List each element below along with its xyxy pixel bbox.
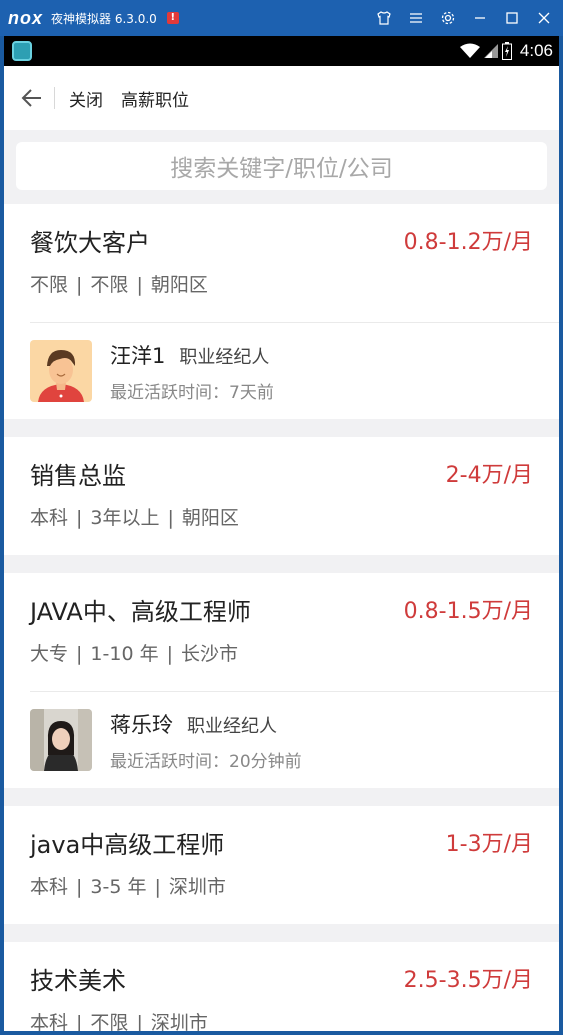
agent-avatar [30,340,92,402]
job-location: 朝阳区 [150,274,208,296]
agent-last-active: 最近活跃时间：7天前 [110,382,274,403]
meta-separator: | [76,643,83,665]
job-requirements: 本科 | 3-5 年 | 深圳市 [30,872,533,902]
app-header: 关闭 高薪职位 [4,66,559,130]
agent-row[interactable]: 汪洋1 职业经纪人 最近活跃时间：7天前 [4,323,559,419]
job-location: 长沙市 [181,643,239,665]
job-education: 本科 [30,1012,69,1031]
job-card[interactable]: 销售总监 2-4万/月 本科 | 3年以上 | 朝阳区 [4,437,559,555]
job-summary[interactable]: 销售总监 2-4万/月 本科 | 3年以上 | 朝阳区 [4,437,559,555]
job-experience: 3年以上 [90,507,160,529]
search-input[interactable]: 搜索关键字/职位/公司 [16,142,547,190]
job-salary: 2.5-3.5万/月 [403,968,533,993]
signal-icon [483,44,498,58]
gear-icon[interactable] [437,7,459,29]
job-education: 不限 [30,274,69,296]
job-education: 本科 [30,507,69,529]
meta-separator: | [76,274,83,296]
close-icon[interactable] [533,7,555,29]
job-experience: 不限 [90,1012,129,1031]
agent-name: 汪洋1 [110,343,166,368]
agent-name: 蒋乐玲 [110,712,173,737]
back-button[interactable] [10,66,54,130]
job-requirements: 不限 | 不限 | 朝阳区 [30,270,533,300]
job-card[interactable]: 技术美术 2.5-3.5万/月 本科 | 不限 | 深圳市 [4,942,559,1031]
page-title: 高薪职位 [121,90,189,111]
meta-separator: | [136,274,143,296]
meta-separator: | [167,507,174,529]
agent-role: 职业经纪人 [187,715,277,737]
clock: 4:06 [519,41,553,60]
meta-separator: | [76,1012,83,1031]
status-bar: 4:06 [4,36,559,66]
meta-separator: | [76,876,83,898]
agent-name-row: 蒋乐玲 职业经纪人 [110,709,302,739]
job-summary[interactable]: java中高级工程师 1-3万/月 本科 | 3-5 年 | 深圳市 [4,806,559,924]
agent-name-row: 汪洋1 职业经纪人 [110,340,274,370]
wifi-icon [459,43,480,58]
job-experience: 1-10 年 [90,643,159,665]
job-experience: 不限 [90,274,129,296]
search-area: 搜索关键字/职位/公司 [4,130,559,204]
job-salary: 0.8-1.2万/月 [403,230,533,255]
job-requirements: 本科 | 3年以上 | 朝阳区 [30,503,533,533]
status-icons: 4:06 [459,36,553,66]
maximize-icon[interactable] [501,7,523,29]
job-summary[interactable]: 技术美术 2.5-3.5万/月 本科 | 不限 | 深圳市 [4,942,559,1031]
close-button[interactable]: 关闭 [69,86,103,111]
job-experience: 3-5 年 [90,876,147,898]
job-summary[interactable]: JAVA中、高级工程师 0.8-1.5万/月 大专 | 1-10 年 | 长沙市 [4,573,559,691]
agent-info: 汪洋1 职业经纪人 最近活跃时间：7天前 [110,340,274,403]
job-card[interactable]: java中高级工程师 1-3万/月 本科 | 3-5 年 | 深圳市 [4,806,559,924]
job-location: 深圳市 [168,876,226,898]
job-salary: 0.8-1.5万/月 [403,599,533,624]
alert-icon[interactable]: ! [166,12,179,24]
emulator-title: 夜神模拟器 6.3.0.0 [51,11,157,26]
meta-separator: | [136,1012,143,1031]
agent-role: 职业经纪人 [179,346,270,368]
job-summary[interactable]: 餐饮大客户 0.8-1.2万/月 不限 | 不限 | 朝阳区 [4,204,559,322]
battery-icon [501,42,512,60]
header-divider [54,87,55,109]
meta-separator: | [166,643,173,665]
job-salary: 1-3万/月 [445,832,533,857]
menu-icon[interactable] [405,7,427,29]
job-card[interactable]: 餐饮大客户 0.8-1.2万/月 不限 | 不限 | 朝阳区 汪洋1 职业经纪人 最近活跃… [4,204,559,419]
agent-info: 蒋乐玲 职业经纪人 最近活跃时间：20分钟前 [110,709,302,772]
minimize-icon[interactable] [469,7,491,29]
arrow-left-icon [21,89,41,107]
agent-avatar [30,709,92,771]
job-education: 本科 [30,876,69,898]
meta-separator: | [154,876,161,898]
emulator-logo: nox [8,7,44,28]
emulator-toolbar [373,0,555,36]
job-requirements: 大专 | 1-10 年 | 长沙市 [30,639,533,669]
agent-row[interactable]: 蒋乐玲 职业经纪人 最近活跃时间：20分钟前 [4,692,559,788]
phone-screen: 4:06 关闭 高薪职位 搜索关键字/职位/公司 餐饮大客户 0.8-1.2万/… [4,36,559,1031]
job-location: 朝阳区 [181,507,239,529]
meta-separator: | [76,507,83,529]
app-notification-icon [12,41,32,61]
shirt-icon[interactable] [373,7,395,29]
job-salary: 2-4万/月 [445,463,533,488]
agent-last-active: 最近活跃时间：20分钟前 [110,751,302,772]
emulator-title-bar: nox 夜神模拟器 6.3.0.0 ! [0,0,563,36]
job-location: 深圳市 [150,1012,208,1031]
job-requirements: 本科 | 不限 | 深圳市 [30,1008,533,1031]
job-card[interactable]: JAVA中、高级工程师 0.8-1.5万/月 大专 | 1-10 年 | 长沙市 蒋乐玲… [4,573,559,788]
job-education: 大专 [30,643,69,665]
